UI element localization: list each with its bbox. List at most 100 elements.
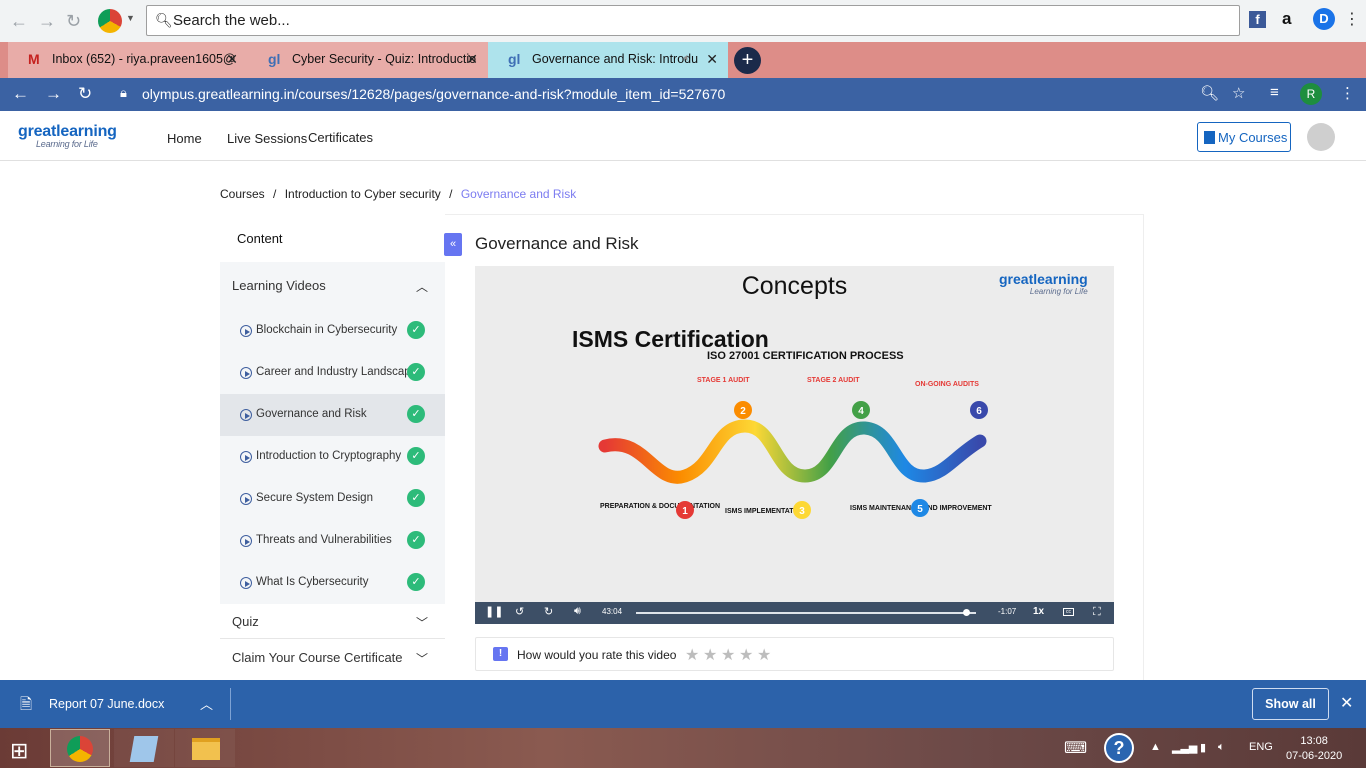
reload-icon[interactable]: ↻ (78, 84, 92, 104)
extension-d-icon[interactable]: D (1313, 8, 1335, 30)
user-avatar[interactable] (1307, 123, 1335, 151)
sidebar-item-blockchain[interactable]: Blockchain in Cybersecurity ✓ (220, 310, 445, 352)
bookmark-star-icon[interactable]: ☆ (1232, 84, 1245, 102)
check-icon: ✓ (407, 531, 425, 549)
star-icon[interactable]: ★ (721, 645, 735, 665)
word-document-icon: 🗎 (20, 696, 33, 713)
help-icon[interactable]: ? (1104, 733, 1134, 763)
close-icon[interactable]: ✕ (226, 51, 238, 68)
lock-icon[interactable]: 🔒︎ (120, 85, 127, 101)
tab-gmail[interactable]: M Inbox (652) - riya.praveen1605@ ✕ (8, 42, 248, 78)
volume-icon[interactable]: 🔊︎ (574, 605, 581, 618)
section-learning-videos-title[interactable]: Learning Videos (232, 278, 326, 293)
taskbar-file-explorer[interactable] (175, 729, 235, 767)
clock[interactable]: 13:08 07-06-2020 (1286, 734, 1342, 764)
show-hidden-icons-icon[interactable]: ▲ (1150, 741, 1161, 753)
zoom-icon[interactable]: 🔍︎ (1200, 84, 1219, 102)
battery-icon[interactable]: ▮ (1200, 741, 1206, 754)
step-number: 2 (740, 406, 746, 417)
amazon-icon[interactable]: a (1282, 9, 1291, 29)
chevron-down-icon[interactable]: ▼ (126, 13, 135, 23)
reload-icon[interactable]: ↻ (66, 11, 81, 32)
process-arrow (598, 419, 987, 484)
nav-live-sessions[interactable]: Live Sessions (227, 131, 307, 146)
media-control-icon[interactable]: ≡ (1270, 84, 1279, 101)
section-learning-videos: Learning Videos ︿ Blockchain in Cybersec… (220, 262, 445, 604)
check-icon: ✓ (407, 321, 425, 339)
star-icon[interactable]: ★ (757, 645, 771, 665)
url-field[interactable]: olympus.greatlearning.in/courses/12628/p… (142, 86, 725, 102)
stage-label: STAGE 2 AUDIT (807, 377, 860, 384)
tab-title: Cyber Security - Quiz: Introductio (292, 52, 477, 66)
close-icon[interactable]: ✕ (706, 51, 718, 68)
windows-start-icon[interactable]: ⊞ (10, 738, 28, 764)
speaker-icon[interactable]: 🔈︎ (1218, 741, 1225, 754)
captions-icon[interactable]: cc (1063, 608, 1074, 616)
star-icon[interactable]: ★ (685, 645, 699, 665)
facebook-icon[interactable]: f (1249, 11, 1266, 28)
sidebar-item-label: Threats and Vulnerabilities (256, 534, 392, 546)
chevron-down-icon[interactable]: ﹀ (416, 650, 428, 667)
chevron-up-icon[interactable]: ︿ (200, 694, 213, 713)
nav-certificates[interactable]: Certificates (308, 130, 373, 145)
chevron-up-icon[interactable]: ︿ (416, 278, 428, 295)
nav-home[interactable]: Home (167, 131, 202, 146)
step-number: 4 (858, 406, 864, 417)
collapse-sidebar-button[interactable]: « (444, 233, 462, 256)
sidebar-item-threats[interactable]: Threats and Vulnerabilities ✓ (220, 520, 445, 562)
forward-icon[interactable]: ↻ (544, 605, 553, 618)
fullscreen-icon[interactable]: ⛶ (1093, 606, 1101, 619)
section-certificate[interactable]: Claim Your Course Certificate ﹀ (220, 640, 445, 675)
audio-playing-icon[interactable]: 🔈︎ (684, 52, 691, 65)
greatlearning-logo[interactable]: greatlearning Learning for Life (18, 123, 117, 149)
slide-subheading: ISO 27001 CERTIFICATION PROCESS (707, 350, 904, 362)
chrome-logo-icon[interactable] (98, 9, 122, 33)
back-icon[interactable]: ← (10, 11, 28, 32)
sidebar-item-what-is[interactable]: What Is Cybersecurity ✓ (220, 562, 445, 604)
tab-quiz[interactable]: gl Cyber Security - Quiz: Introductio ✕ (248, 42, 488, 78)
forward-icon[interactable]: → (45, 84, 62, 104)
language-indicator[interactable]: ENG (1249, 741, 1273, 753)
search-icon: 🔍︎ (155, 12, 173, 28)
playback-speed[interactable]: 1x (1033, 606, 1044, 617)
profile-avatar[interactable]: R (1300, 83, 1322, 105)
web-search-box[interactable]: 🔍︎ Search the web... (146, 5, 1240, 36)
sidebar-item-governance[interactable]: Governance and Risk ✓ (220, 394, 445, 436)
page-title: Governance and Risk (475, 234, 639, 253)
sidebar-item-cryptography[interactable]: Introduction to Cryptography ✓ (220, 436, 445, 478)
rewind-icon[interactable]: ↺ (515, 605, 524, 618)
breadcrumb-course[interactable]: Introduction to Cyber security (285, 187, 441, 201)
tab-governance[interactable]: gl Governance and Risk: Introdu 🔈︎ ✕ (488, 42, 728, 78)
forward-icon[interactable]: → (38, 11, 56, 32)
download-filename[interactable]: Report 07 June.docx (49, 697, 164, 711)
star-icon[interactable]: ★ (739, 645, 753, 665)
close-icon[interactable]: ✕ (1340, 693, 1353, 713)
star-icon[interactable]: ★ (703, 645, 717, 665)
my-courses-button[interactable]: My Courses (1197, 122, 1291, 152)
section-quiz[interactable]: Quiz ﹀ (220, 604, 445, 639)
play-circle-icon (240, 451, 252, 463)
sidebar-item-secure-design[interactable]: Secure System Design ✓ (220, 478, 445, 520)
menu-icon[interactable]: ⋮ (1340, 84, 1355, 102)
keyboard-icon[interactable]: ⌨ (1064, 738, 1087, 758)
progress-bar[interactable] (636, 612, 976, 614)
pause-icon[interactable]: ❚❚ (485, 605, 503, 618)
site-header: greatlearning Learning for Life Home Liv… (0, 111, 1366, 161)
step-number: 5 (917, 504, 923, 515)
taskbar-chrome[interactable] (50, 729, 110, 767)
folder-icon (192, 738, 220, 760)
sidebar-item-career[interactable]: Career and Industry Landscape ✓ (220, 352, 445, 394)
progress-handle[interactable] (962, 609, 970, 616)
taskbar-notepad[interactable] (114, 729, 174, 767)
book-icon (1204, 131, 1215, 144)
chevron-down-icon[interactable]: ﹀ (416, 614, 428, 631)
menu-icon[interactable]: ⋮ (1344, 9, 1360, 29)
breadcrumb-courses[interactable]: Courses (220, 187, 265, 201)
close-icon[interactable]: ✕ (466, 51, 478, 68)
back-icon[interactable]: ← (12, 84, 29, 104)
video-player[interactable]: Concepts greatlearning Learning for Life… (475, 266, 1114, 624)
slide-logo-tagline: Learning for Life (1029, 287, 1088, 296)
show-all-button[interactable]: Show all (1252, 688, 1329, 720)
new-tab-button[interactable]: + (734, 47, 761, 74)
network-icon[interactable]: ▂▃▅ (1172, 741, 1197, 754)
